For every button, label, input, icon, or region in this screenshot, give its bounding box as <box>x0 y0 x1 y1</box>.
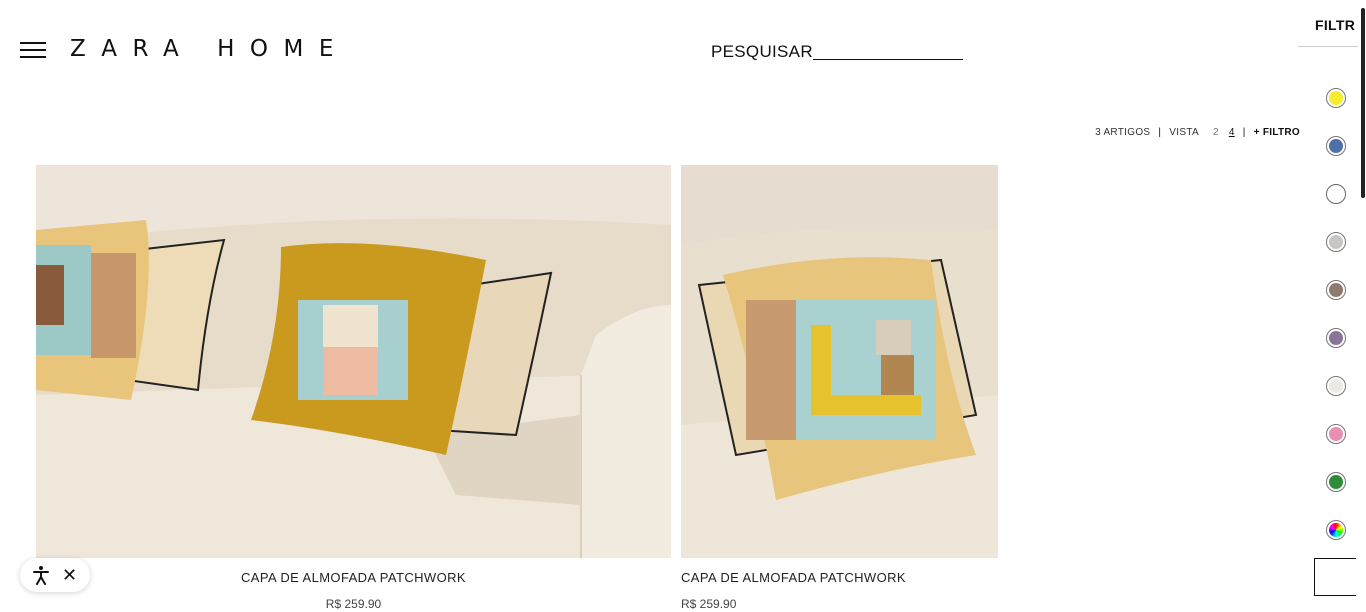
accessibility-icon[interactable] <box>29 563 53 587</box>
color-swatch-blue[interactable] <box>1326 136 1346 156</box>
product-name[interactable]: CAPA DE ALMOFADA PATCHWORK <box>681 570 998 585</box>
zara-home-logo[interactable]: ZARA HOME <box>70 36 349 62</box>
filter-panel-title: FILTR <box>1315 17 1356 33</box>
product-price: R$ 259.90 <box>681 597 737 611</box>
cushion-sofa-photo <box>36 165 671 558</box>
product-card[interactable]: CAPA DE ALMOFADA PATCHWORK R$ 259.90 <box>681 165 998 611</box>
color-swatch-brown[interactable] <box>1326 280 1346 300</box>
product-price: R$ 259.90 <box>325 597 382 611</box>
color-swatch-yellow[interactable] <box>1326 88 1346 108</box>
search-label: PESQUISAR <box>711 42 813 61</box>
item-count: 3 ARTIGOS <box>1095 127 1151 138</box>
cushion-sofa-photo <box>681 165 998 558</box>
scrollbar[interactable] <box>1360 0 1366 612</box>
product-name[interactable]: CAPA DE ALMOFADA PATCHWORK <box>36 570 671 585</box>
site-header: ZARA HOME PESQUISAR <box>0 0 1300 100</box>
color-swatch-grey[interactable] <box>1326 232 1346 252</box>
scrollbar-thumb[interactable] <box>1361 8 1365 198</box>
color-swatch-green[interactable] <box>1326 472 1346 492</box>
toolbar-divider: | <box>1158 127 1162 138</box>
view-option-4[interactable]: 4 <box>1229 127 1235 138</box>
toolbar-divider: | <box>1242 127 1246 138</box>
search-input[interactable]: PESQUISAR <box>711 42 963 62</box>
filter-button[interactable]: + FILTRO <box>1254 127 1300 138</box>
accessibility-widget: ✕ <box>20 558 90 592</box>
color-swatch-white[interactable] <box>1326 184 1346 204</box>
view-label: VISTA <box>1169 127 1199 138</box>
divider <box>1298 46 1358 47</box>
search-underline <box>812 59 963 60</box>
hamburger-menu-icon[interactable] <box>20 42 46 60</box>
color-swatch-ecru[interactable] <box>1326 376 1346 396</box>
listing-toolbar: 3 ARTIGOS | VISTA 2 4 | + FILTRO <box>1095 127 1300 138</box>
color-swatch-pink[interactable] <box>1326 424 1346 444</box>
product-image[interactable] <box>36 165 671 558</box>
color-swatch-purple[interactable] <box>1326 328 1346 348</box>
product-image[interactable] <box>681 165 998 558</box>
view-option-2[interactable]: 2 <box>1213 127 1219 138</box>
product-card[interactable]: CAPA DE ALMOFADA PATCHWORK R$ 259.90 <box>36 165 671 611</box>
filter-apply-button[interactable] <box>1314 558 1356 596</box>
close-icon[interactable]: ✕ <box>58 563 82 587</box>
filter-panel: FILTR <box>1298 0 1366 612</box>
color-swatch-multicolor[interactable] <box>1326 520 1346 540</box>
